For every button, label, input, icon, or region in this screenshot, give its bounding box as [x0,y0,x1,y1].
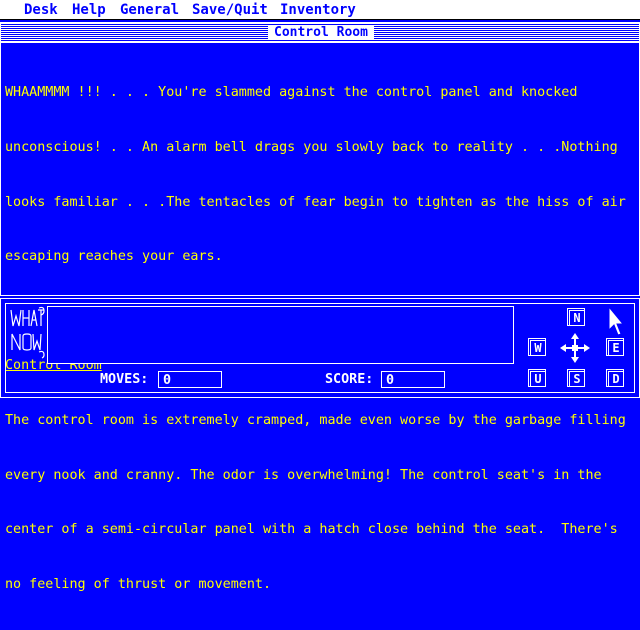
west-button[interactable]: W [528,338,546,356]
moves-label: MOVES: [100,372,149,387]
menu-save-quit[interactable]: Save/Quit [192,1,268,19]
menu-general[interactable]: General [120,1,179,19]
menu-help[interactable]: Help [72,1,106,19]
down-label: D [608,371,624,387]
room-line: The control room is extremely cramped, m… [5,412,626,428]
compass-rose-icon [560,333,590,363]
menu-desk[interactable]: Desk [24,1,58,19]
east-button[interactable]: E [606,338,624,356]
intro-line: unconscious! . . An alarm bell drags you… [5,140,618,155]
up-label: U [530,371,546,387]
up-button[interactable]: U [528,369,546,387]
window-title: Control Room [268,25,374,40]
south-button[interactable]: S [567,369,585,387]
command-input[interactable] [47,306,514,364]
story-window: Control Room WHAAMMMM !!! . . . You're s… [0,22,640,592]
menu-inventory[interactable]: Inventory [280,1,356,19]
south-label: S [569,371,585,387]
intro-line: escaping reaches your ears. [5,249,223,265]
mouse-pointer-icon [608,306,624,336]
window-title-bar[interactable]: Control Room [1,23,639,43]
intro-line: WHAAMMMM !!! . . . You're slammed agains… [5,85,578,101]
room-line: center of a semi-circular panel with a h… [5,522,618,538]
west-label: W [530,340,546,356]
room-line: every nook and cranny. The odor is overw… [5,467,602,483]
north-label: N [569,310,585,326]
menu-bar: Desk Help General Save/Quit Inventory [0,0,640,20]
room-line: no feeling of thrust or movement. [5,576,272,592]
score-value: 0 [381,371,445,388]
score-label: SCORE: [325,372,374,387]
down-button[interactable]: D [606,369,624,387]
intro-line: looks familiar . . .The tentacles of fea… [5,194,626,210]
east-label: E [608,340,624,356]
north-button[interactable]: N [567,308,585,326]
what-now-logo [10,306,45,359]
moves-value: 0 [158,371,222,388]
